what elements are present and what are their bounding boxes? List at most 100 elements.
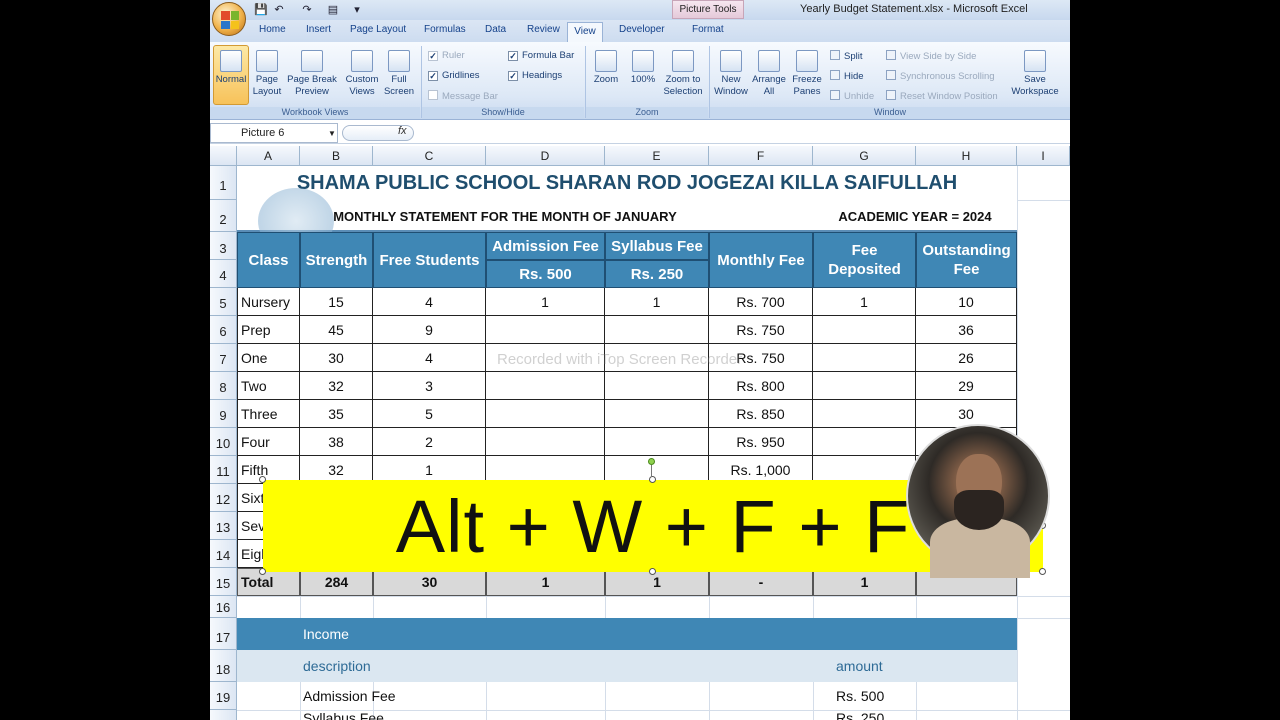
header-class[interactable]: Class	[237, 232, 300, 288]
split-button[interactable]: Split	[830, 50, 862, 62]
school-title[interactable]: SHAMA PUBLIC SCHOOL SHARAN ROD JOGEZAI K…	[237, 166, 1017, 200]
cell-deposited[interactable]	[813, 400, 916, 428]
tab-insert[interactable]: Insert	[306, 24, 331, 35]
tab-data[interactable]: Data	[485, 24, 506, 35]
cell-outstanding[interactable]: 29	[916, 372, 1017, 400]
income-title[interactable]: Income	[300, 618, 500, 650]
header-strength[interactable]: Strength	[300, 232, 373, 288]
row-header-14[interactable]: 14	[210, 540, 237, 568]
cell-syllabus[interactable]	[605, 316, 709, 344]
cell-class[interactable]: Four	[237, 428, 300, 456]
column-header-f[interactable]: F	[709, 146, 813, 166]
income-description-header[interactable]: description	[300, 650, 500, 682]
page-layout-view-button[interactable]: Page Layout	[250, 50, 284, 98]
select-all-corner[interactable]	[210, 146, 237, 166]
total-syllabus[interactable]: 1	[605, 568, 709, 596]
tab-format[interactable]: Format	[692, 24, 724, 35]
cell-syllabus[interactable]: 1	[605, 288, 709, 316]
income-item-desc[interactable]: Syllabus Fee	[300, 710, 500, 720]
column-header-d[interactable]: D	[486, 146, 605, 166]
cell-deposited[interactable]	[813, 372, 916, 400]
cell-deposited[interactable]: 1	[813, 288, 916, 316]
cell-class[interactable]: Nursery	[237, 288, 300, 316]
cell-admission[interactable]	[486, 428, 605, 456]
row-header-8[interactable]: 8	[210, 372, 237, 400]
row-header-6[interactable]: 6	[210, 316, 237, 344]
income-amount-header[interactable]: amount	[833, 650, 933, 682]
income-item-amount[interactable]: Rs. 250	[833, 710, 933, 720]
cell-monthly-fee[interactable]: Rs. 950	[709, 428, 813, 456]
resize-handle[interactable]	[1039, 568, 1046, 575]
cell-class[interactable]: Prep	[237, 316, 300, 344]
cell-class[interactable]: Three	[237, 400, 300, 428]
arrange-all-button[interactable]: Arrange All	[750, 50, 788, 98]
row-header-16[interactable]: 16	[210, 596, 237, 618]
cell-admission[interactable]	[486, 372, 605, 400]
statement-title[interactable]: MONTHLY STATEMENT FOR THE MONTH OF JANUA…	[310, 200, 700, 232]
cell-deposited[interactable]	[813, 344, 916, 372]
resize-handle[interactable]	[259, 568, 266, 575]
column-header-a[interactable]: A	[237, 146, 300, 166]
total-admission[interactable]: 1	[486, 568, 605, 596]
unhide-button[interactable]: Unhide	[830, 90, 874, 102]
row-header-5[interactable]: 5	[210, 288, 237, 316]
gridlines-checkbox[interactable]: ✓ Gridlines	[428, 70, 480, 81]
total-label[interactable]: Total	[237, 568, 300, 596]
total-deposited[interactable]: 1	[813, 568, 916, 596]
cell-monthly-fee[interactable]: Rs. 750	[709, 316, 813, 344]
view-side-by-side-button[interactable]: View Side by Side	[886, 50, 976, 62]
cell-monthly-fee[interactable]: Rs. 850	[709, 400, 813, 428]
cell-monthly-fee[interactable]: Rs. 700	[709, 288, 813, 316]
reset-window-position-button[interactable]: Reset Window Position	[886, 90, 998, 102]
row-header-10[interactable]: 10	[210, 428, 237, 456]
cell-class[interactable]: Two	[237, 372, 300, 400]
undo-icon[interactable]: ↶	[272, 3, 286, 17]
header-admission-rate[interactable]: Rs. 500	[486, 260, 605, 288]
total-monthly[interactable]: -	[709, 568, 813, 596]
header-outstanding-fee[interactable]: Outstanding Fee	[916, 232, 1017, 288]
freeze-panes-button[interactable]: Freeze Panes	[788, 50, 826, 98]
tab-formulas[interactable]: Formulas	[424, 24, 466, 35]
zoom-100-button[interactable]: 100%	[626, 50, 660, 86]
headings-checkbox[interactable]: ✓ Headings	[508, 70, 562, 81]
resize-handle[interactable]	[259, 476, 266, 483]
zoom-to-selection-button[interactable]: Zoom to Selection	[660, 50, 706, 98]
cell-free-students[interactable]: 4	[373, 344, 486, 372]
cell-free-students[interactable]: 3	[373, 372, 486, 400]
cell-deposited[interactable]	[813, 428, 916, 456]
row-header-1[interactable]: 1	[210, 166, 237, 200]
insert-function-icon[interactable]: fx	[398, 125, 407, 137]
resize-handle[interactable]	[649, 568, 656, 575]
cell-strength[interactable]: 15	[300, 288, 373, 316]
cell-class[interactable]: One	[237, 344, 300, 372]
income-item-amount[interactable]: Rs. 500	[833, 682, 933, 710]
row-header-12[interactable]: 12	[210, 484, 237, 512]
new-window-button[interactable]: New Window	[712, 50, 750, 98]
cell-strength[interactable]: 32	[300, 372, 373, 400]
row-header-18[interactable]: 18	[210, 650, 237, 682]
custom-views-button[interactable]: Custom Views	[340, 50, 384, 98]
quick-access-dropdown-icon[interactable]: ▾	[350, 3, 364, 17]
row-header-15[interactable]: 15	[210, 568, 237, 596]
save-icon[interactable]: 💾	[254, 3, 268, 17]
header-syllabus-rate[interactable]: Rs. 250	[605, 260, 709, 288]
office-button[interactable]	[212, 2, 246, 36]
header-monthly-fee[interactable]: Monthly Fee	[709, 232, 813, 288]
normal-view-label[interactable]: Normal	[213, 50, 249, 86]
cell-syllabus[interactable]	[605, 400, 709, 428]
academic-year[interactable]: ACADEMIC YEAR = 2024	[813, 200, 1017, 232]
tab-page-layout[interactable]: Page Layout	[350, 24, 406, 35]
row-header-3[interactable]: 3	[210, 232, 237, 260]
row-header-7[interactable]: 7	[210, 344, 237, 372]
formula-bar-checkbox[interactable]: ✓ Formula Bar	[508, 50, 574, 61]
row-header-17[interactable]: 17	[210, 618, 237, 650]
print-preview-icon[interactable]: ▤	[326, 3, 340, 17]
cell-free-students[interactable]: 5	[373, 400, 486, 428]
hide-button[interactable]: Hide	[830, 70, 864, 82]
row-header-13[interactable]: 13	[210, 512, 237, 540]
name-box[interactable]: Picture 6	[210, 123, 338, 143]
full-screen-button[interactable]: Full Screen	[382, 50, 416, 98]
tab-developer[interactable]: Developer	[619, 24, 665, 35]
page-break-preview-button[interactable]: Page Break Preview	[286, 50, 338, 98]
synchronous-scrolling-button[interactable]: Synchronous Scrolling	[886, 70, 995, 82]
